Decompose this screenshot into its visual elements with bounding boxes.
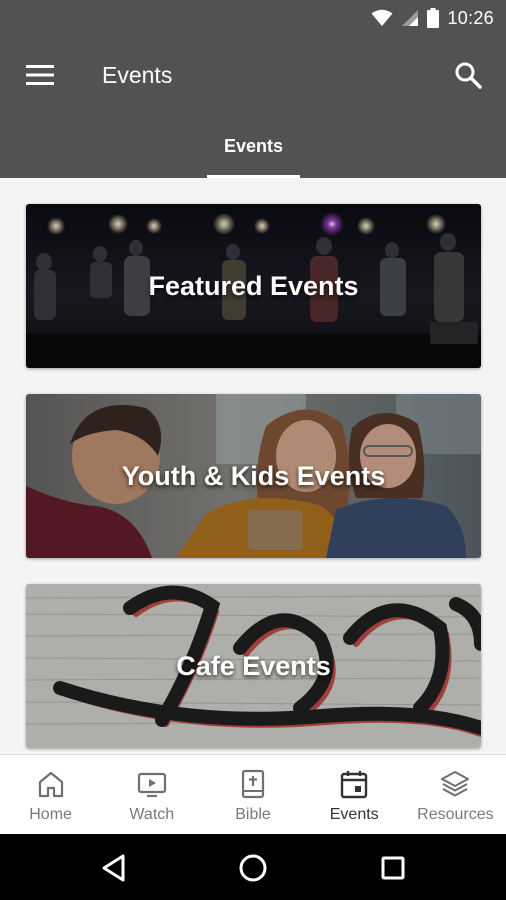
nav-bible[interactable]: Bible [202, 755, 303, 834]
app-bar: Events Events [0, 36, 506, 178]
youth-kids-events-card[interactable]: Youth & Kids Events [26, 394, 481, 558]
search-icon [455, 62, 482, 89]
tv-icon [137, 772, 166, 798]
tab-events[interactable]: Events [207, 126, 300, 178]
card-title: Youth & Kids Events [121, 460, 386, 491]
signal-icon [402, 10, 419, 26]
featured-events-card[interactable]: Featured Events [26, 204, 481, 368]
nav-watch[interactable]: Watch [101, 755, 202, 834]
nav-resources[interactable]: Resources [405, 755, 506, 834]
nav-home[interactable]: Home [0, 755, 101, 834]
hamburger-menu-icon [26, 65, 54, 85]
calendar-icon [341, 771, 368, 799]
card-title: Cafe Events [176, 650, 331, 681]
bottom-navigation: Home Watch Bible Events Resources [0, 754, 506, 834]
status-time: 10:26 [447, 7, 494, 28]
status-bar: 10:26 [0, 0, 506, 36]
layers-icon [441, 771, 470, 797]
nav-label: Home [29, 806, 72, 823]
search-button[interactable] [450, 58, 486, 92]
cafe-events-card[interactable]: Cafe Events [26, 584, 481, 748]
tab-label: Events [223, 136, 284, 156]
system-navigation-bar [0, 834, 506, 900]
nav-label: Watch [129, 806, 175, 823]
nav-events[interactable]: Events [304, 755, 405, 834]
events-list[interactable]: Featured Events Youth & Kids Events Cafe… [0, 178, 506, 754]
back-icon[interactable] [98, 851, 132, 885]
status-icons: 10:26 [371, 7, 494, 29]
card-title: Featured Events [148, 270, 359, 301]
page-title: Events [102, 62, 173, 88]
battery-icon [427, 8, 440, 28]
home-circle-icon[interactable] [236, 851, 270, 885]
nav-label: Events [329, 806, 379, 823]
nav-label: Bible [235, 806, 271, 823]
menu-button[interactable] [20, 60, 60, 90]
wifi-icon [371, 9, 393, 26]
recents-icon[interactable] [376, 851, 410, 885]
home-icon [38, 771, 63, 798]
bible-icon [241, 769, 265, 799]
nav-label: Resources [417, 806, 494, 823]
